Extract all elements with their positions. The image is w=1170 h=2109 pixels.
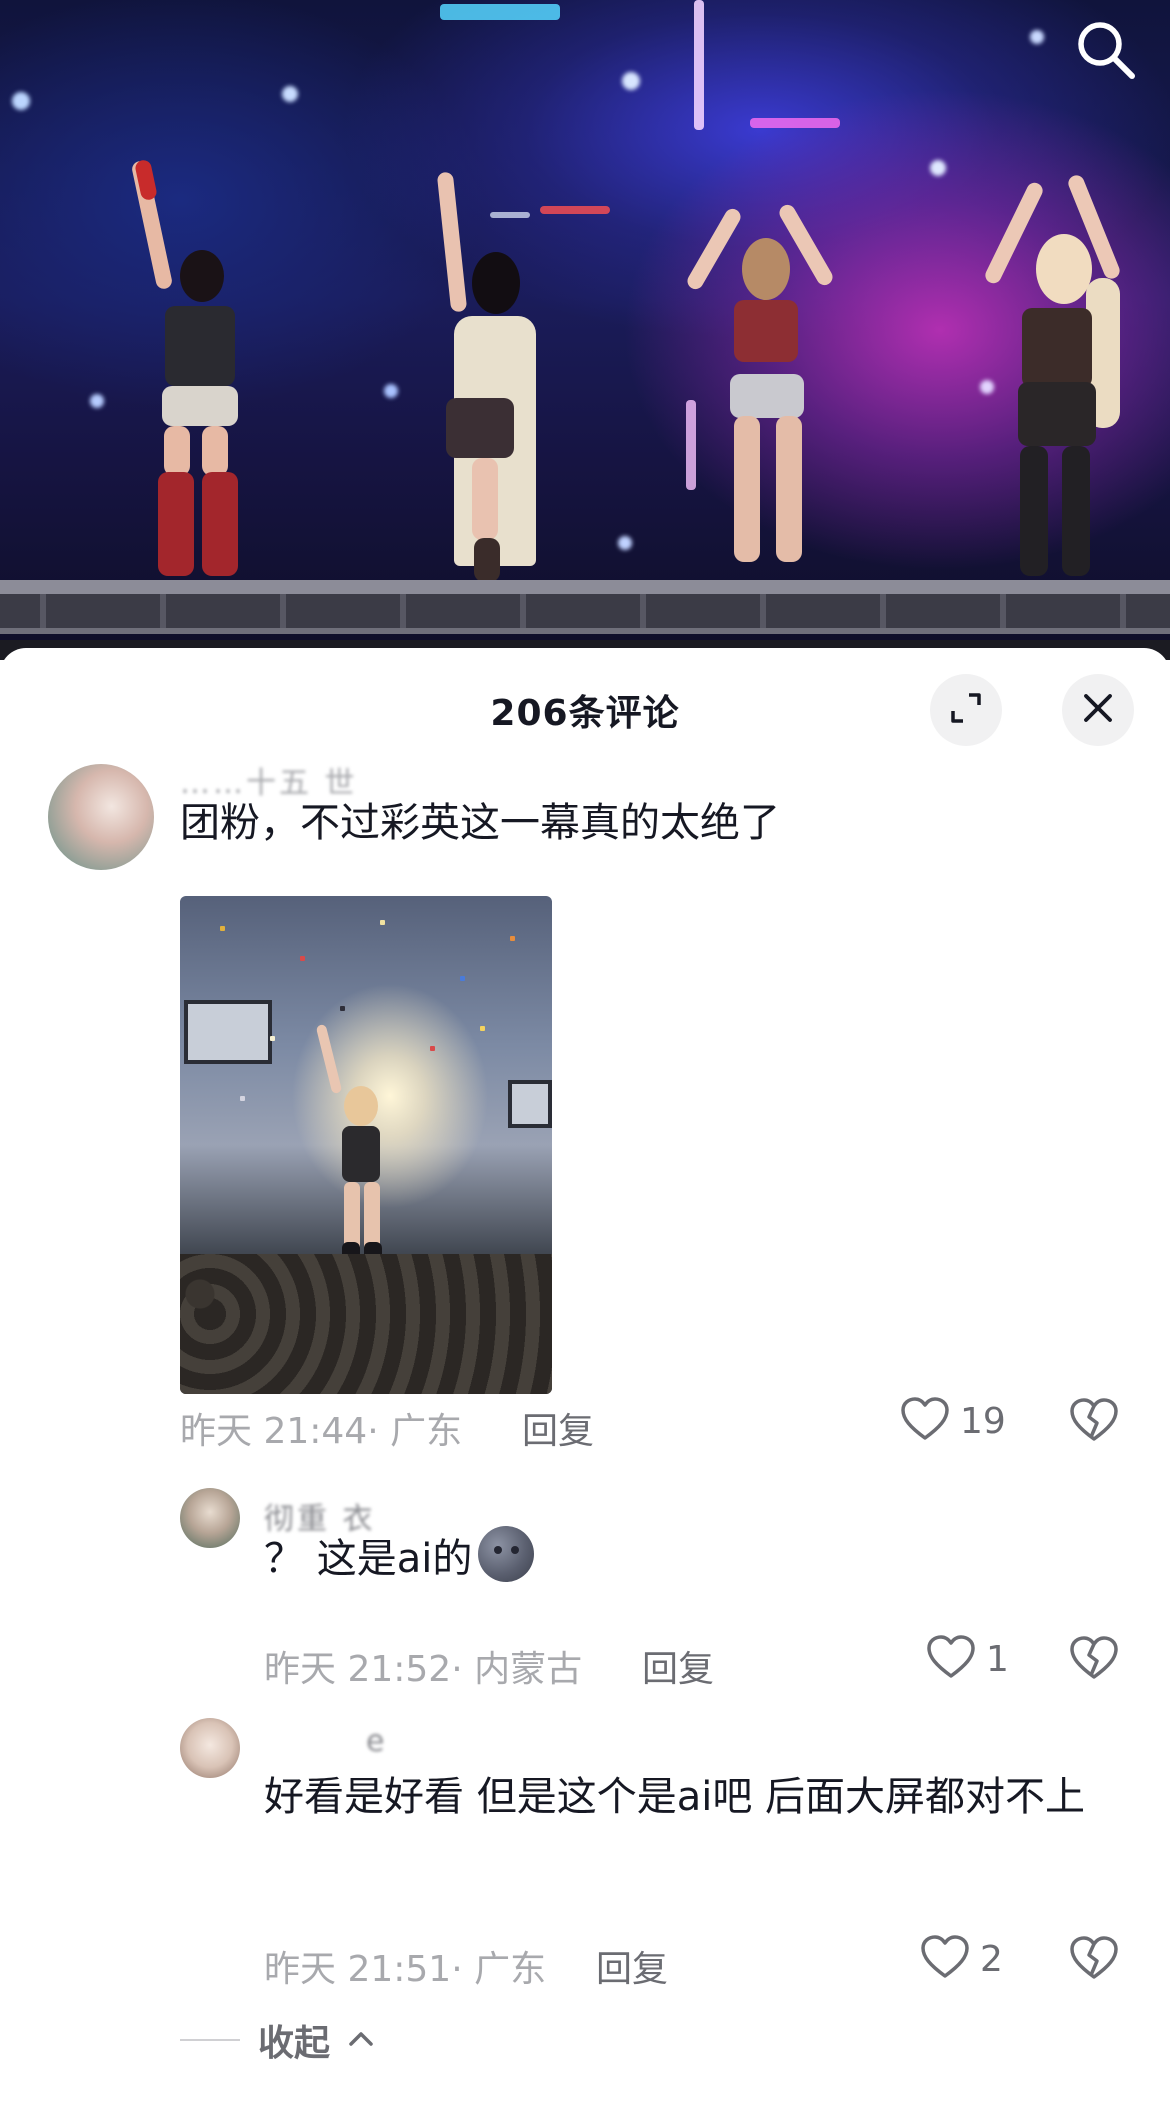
reply-button[interactable]: 回复 bbox=[596, 1940, 668, 1992]
confetti bbox=[430, 1046, 435, 1051]
stage-light bbox=[618, 536, 632, 550]
stage-light bbox=[750, 118, 840, 128]
broken-heart-icon bbox=[1069, 1635, 1119, 1685]
reply-meta: 昨天 21:52· 内蒙古 bbox=[264, 1640, 582, 1692]
heart-icon bbox=[900, 1396, 950, 1446]
performer bbox=[410, 171, 560, 582]
performer bbox=[982, 158, 1140, 582]
stage-light bbox=[384, 384, 398, 398]
reply-text-content: ？ 这是ai的 bbox=[264, 1536, 473, 1582]
confetti bbox=[220, 926, 225, 931]
confetti bbox=[460, 976, 465, 981]
confetti bbox=[270, 1036, 275, 1041]
dislike-button[interactable] bbox=[1068, 1934, 1120, 1986]
comment-image[interactable] bbox=[180, 896, 552, 1394]
reply-location: 内蒙古 bbox=[474, 1649, 583, 1690]
stadium-screen bbox=[184, 1000, 272, 1064]
reply-text: ？ 这是ai的 bbox=[264, 1524, 535, 1594]
new-moon-face-emoji-icon bbox=[478, 1526, 535, 1582]
search-icon bbox=[1072, 16, 1138, 86]
comment-location: 广东 bbox=[390, 1411, 463, 1452]
avatar[interactable] bbox=[48, 764, 154, 870]
dislike-button[interactable] bbox=[1068, 1634, 1120, 1686]
comment-sheet: 206条评论 bbox=[0, 648, 1170, 2109]
separator: · bbox=[451, 1949, 475, 1990]
stage-light bbox=[930, 160, 946, 176]
performer bbox=[684, 190, 840, 580]
heart-icon bbox=[926, 1634, 976, 1684]
reply-meta: 昨天 21:51· 广东 bbox=[264, 1940, 546, 1992]
confetti bbox=[510, 936, 515, 941]
comment-text: 团粉，不过彩英这一幕真的太绝了 bbox=[180, 800, 780, 846]
reply-text: 好看是好看 但是这个是ai吧 后面大屏都对不上 bbox=[264, 1774, 1086, 1820]
stage-light bbox=[12, 92, 30, 110]
like-count: 1 bbox=[986, 1638, 1009, 1680]
reply-button[interactable]: 回复 bbox=[522, 1402, 594, 1454]
chevron-up-icon bbox=[348, 2029, 374, 2051]
like-count: 19 bbox=[960, 1400, 1006, 1442]
stadium-screen bbox=[508, 1080, 552, 1128]
video-player[interactable] bbox=[0, 0, 1170, 660]
expand-button[interactable] bbox=[930, 674, 1002, 746]
broken-heart-icon bbox=[1069, 1397, 1119, 1447]
confetti bbox=[240, 1096, 245, 1101]
stage-light bbox=[440, 4, 560, 20]
dislike-button[interactable] bbox=[1068, 1396, 1120, 1448]
stage-light bbox=[622, 72, 640, 90]
performer bbox=[110, 158, 260, 580]
comment-time: 昨天 21:44 bbox=[180, 1411, 368, 1452]
avatar[interactable] bbox=[180, 1718, 240, 1778]
crowd bbox=[180, 1254, 552, 1394]
stage-edge bbox=[0, 580, 1170, 594]
like-count: 2 bbox=[980, 1938, 1003, 1980]
separator: · bbox=[451, 1649, 475, 1690]
reply-location: 广东 bbox=[474, 1949, 547, 1990]
confetti bbox=[380, 920, 385, 925]
comment-meta: 昨天 21:44· 广东 bbox=[180, 1402, 462, 1454]
reply-username[interactable]: e bbox=[366, 1724, 387, 1759]
separator: · bbox=[367, 1411, 391, 1452]
reply-button[interactable]: 回复 bbox=[642, 1640, 714, 1692]
divider bbox=[180, 2039, 240, 2041]
collapse-label: 收起 bbox=[258, 2023, 331, 2064]
collapse-replies-button[interactable]: 收起 bbox=[180, 2014, 374, 2066]
stage-truss bbox=[0, 594, 1170, 634]
reply-time: 昨天 21:52 bbox=[264, 1649, 452, 1690]
search-button[interactable] bbox=[1068, 14, 1142, 88]
avatar[interactable] bbox=[180, 1488, 240, 1548]
stage-light bbox=[1030, 30, 1044, 44]
close-button[interactable] bbox=[1062, 674, 1134, 746]
close-icon bbox=[1083, 693, 1113, 727]
sheet-header: 206条评论 bbox=[0, 648, 1170, 766]
confetti bbox=[480, 1026, 485, 1031]
stage-light bbox=[694, 0, 704, 130]
reply-time: 昨天 21:51 bbox=[264, 1949, 452, 1990]
like-button[interactable]: 19 bbox=[900, 1396, 1006, 1446]
like-button[interactable]: 1 bbox=[926, 1634, 1009, 1684]
like-button[interactable]: 2 bbox=[920, 1934, 1003, 1984]
stage-light bbox=[282, 86, 298, 102]
stage-light bbox=[90, 394, 104, 408]
expand-icon bbox=[949, 691, 983, 729]
confetti bbox=[300, 956, 305, 961]
broken-heart-icon bbox=[1069, 1935, 1119, 1985]
heart-icon bbox=[920, 1934, 970, 1984]
confetti bbox=[340, 1006, 345, 1011]
